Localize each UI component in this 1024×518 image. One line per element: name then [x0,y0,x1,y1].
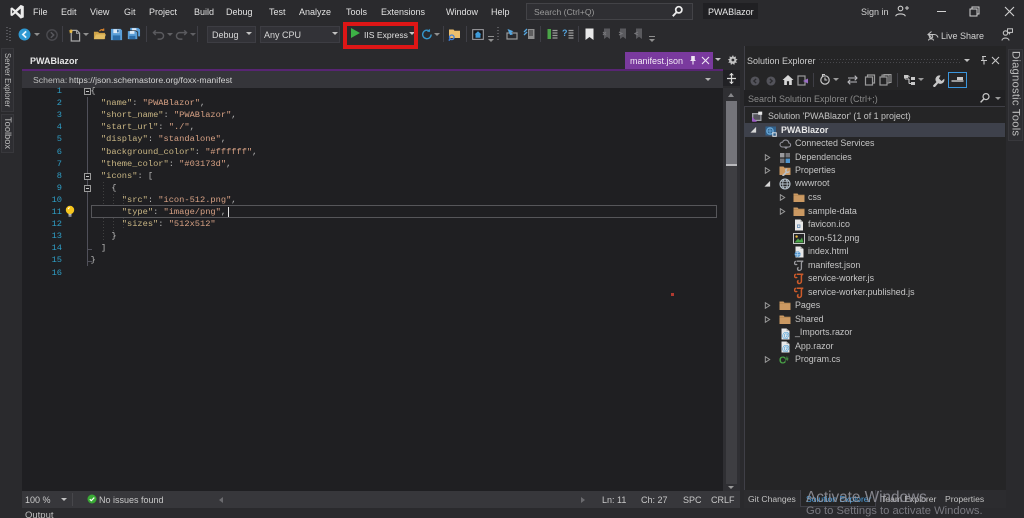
svg-text:#: # [785,356,789,363]
svg-text:@: @ [782,331,790,340]
svg-text:@: @ [782,344,790,353]
svg-text:?: ? [562,28,568,38]
